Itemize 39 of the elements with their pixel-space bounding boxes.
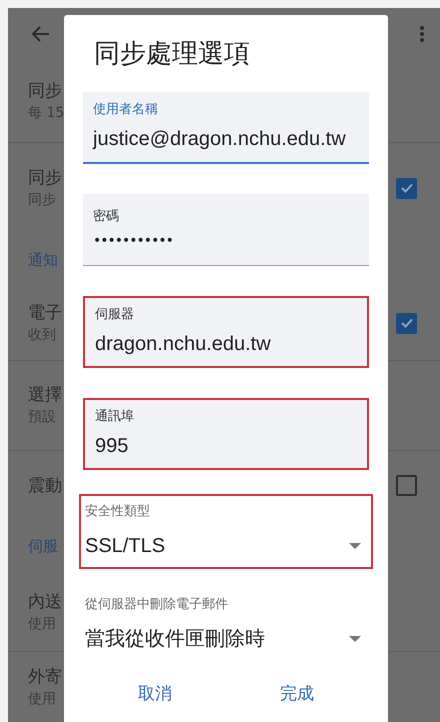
field-value: 當我從收件匣刪除時 — [85, 627, 265, 652]
section-header: 伺服 — [28, 536, 58, 558]
dialog-title: 同步處理選項 — [93, 38, 251, 71]
checkbox[interactable] — [396, 312, 417, 334]
checkbox[interactable] — [396, 178, 417, 199]
input-field[interactable]: 使用者名稱 justice@dragon.nchu.edu.tw — [83, 92, 369, 164]
dropdown[interactable]: 安全性類型 SSL/TLS — [79, 494, 373, 569]
field-label: 從伺服器中刪除電子郵件 — [85, 596, 228, 614]
field-label: 密碼 — [93, 208, 119, 226]
field-label: 使用者名稱 — [93, 101, 158, 120]
dialog-button[interactable]: 取消 — [124, 674, 186, 716]
check-icon — [400, 316, 414, 330]
field-value: 995 — [95, 434, 128, 459]
setting-title: 選擇 — [28, 384, 62, 408]
dialog-button[interactable]: 完成 — [266, 674, 328, 716]
dropdown[interactable]: 從伺服器中刪除電子郵件 當我從收件匣刪除時 — [79, 587, 373, 662]
field-label: 伺服器 — [95, 306, 134, 324]
field-value: dragon.nchu.edu.tw — [95, 332, 271, 357]
checkbox[interactable] — [396, 475, 417, 496]
setting-title: 內送 — [28, 590, 62, 614]
input-field[interactable]: 密碼 ••••••••••• — [83, 194, 369, 266]
setting-title: 外寄 — [28, 666, 62, 690]
more-icon[interactable] — [420, 26, 424, 42]
back-arrow-icon[interactable] — [32, 26, 50, 42]
caret-icon — [349, 543, 361, 550]
input-field[interactable]: 伺服器 dragon.nchu.edu.tw — [83, 296, 369, 368]
field-value: SSL/TLS — [85, 534, 166, 560]
input-field[interactable]: 通訊埠 995 — [83, 398, 369, 470]
field-value: justice@dragon.nchu.edu.tw — [93, 126, 346, 152]
setting-title: 同步 — [28, 80, 62, 103]
setting-title: 電子 — [28, 302, 62, 326]
setting-title: 同步 — [28, 167, 62, 190]
setting-title: 震動 — [28, 474, 62, 498]
caret-icon — [349, 636, 361, 642]
section-header: 通知 — [28, 250, 58, 272]
check-icon — [400, 181, 414, 196]
field-value: ••••••••••• — [93, 232, 173, 251]
field-label: 安全性類型 — [85, 502, 150, 521]
field-label: 通訊埠 — [95, 408, 134, 426]
